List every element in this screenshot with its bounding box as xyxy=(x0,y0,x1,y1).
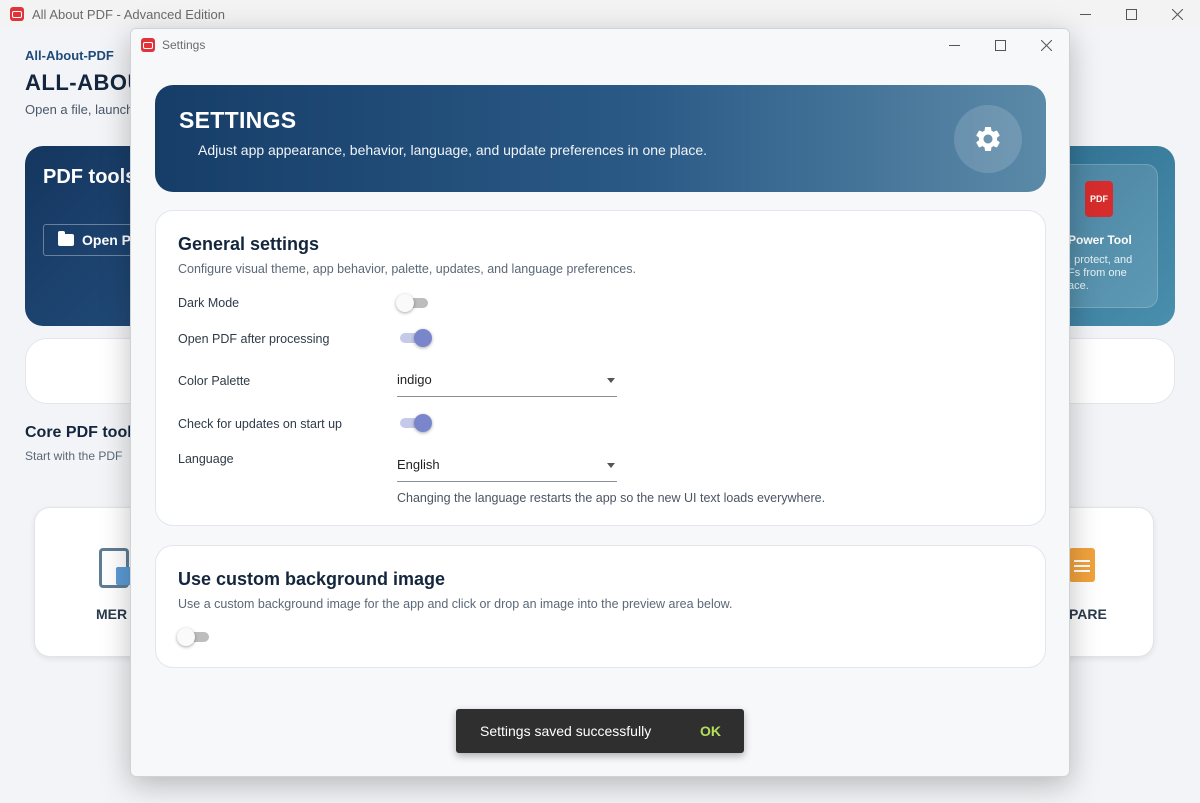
language-helper-text: Changing the language restarts the app s… xyxy=(397,491,826,505)
core-tools-title: Core PDF tool xyxy=(25,424,132,441)
custom-background-toggle[interactable] xyxy=(177,627,211,647)
dropdown-arrow-icon xyxy=(607,378,615,383)
settings-maximize-button[interactable] xyxy=(977,29,1023,61)
banner-subtitle: Adjust app appearance, behavior, languag… xyxy=(198,142,708,158)
settings-close-button[interactable] xyxy=(1023,29,1069,61)
snackbar-ok-button[interactable]: OK xyxy=(700,723,721,739)
compare-tool-label: PARE xyxy=(1069,606,1107,622)
general-settings-subtitle: Configure visual theme, app behavior, pa… xyxy=(178,262,636,276)
close-icon xyxy=(1171,8,1183,20)
check-updates-label: Check for updates on start up xyxy=(178,417,342,431)
open-pdf-after-processing-toggle[interactable] xyxy=(398,328,432,348)
merge-tool-label: MER xyxy=(96,606,128,622)
app-logo-icon xyxy=(141,38,155,52)
open-pdf-label: Open P xyxy=(82,232,132,248)
folder-icon xyxy=(58,231,74,246)
settings-titlebar: Settings xyxy=(131,29,1069,61)
language-value: English xyxy=(397,457,440,472)
core-tools-subtitle: Start with the PDF xyxy=(25,449,123,463)
dropdown-arrow-icon xyxy=(607,463,615,468)
main-maximize-button[interactable] xyxy=(1108,0,1154,28)
toggle-thumb xyxy=(414,329,432,347)
settings-saved-snackbar: Settings saved successfully OK xyxy=(456,709,744,753)
dark-mode-label: Dark Mode xyxy=(178,296,240,310)
close-icon xyxy=(1040,39,1052,51)
check-updates-toggle[interactable] xyxy=(398,413,432,433)
language-select[interactable]: English xyxy=(397,452,617,482)
settings-gear-badge xyxy=(954,105,1022,173)
main-minimize-button[interactable] xyxy=(1062,0,1108,28)
settings-minimize-button[interactable] xyxy=(931,29,977,61)
toggle-thumb xyxy=(177,628,195,646)
brand-small-label: All-About-PDF xyxy=(25,48,114,63)
power-tool-text: , protect, and Fs from one ace. xyxy=(1068,254,1133,292)
compare-icon xyxy=(1069,548,1095,582)
minimize-icon xyxy=(948,44,960,46)
main-window-title: All About PDF - Advanced Edition xyxy=(32,6,225,22)
snackbar-message: Settings saved successfully xyxy=(480,723,652,739)
main-window-controls xyxy=(1062,0,1200,28)
custom-background-subtitle: Use a custom background image for the ap… xyxy=(178,597,733,611)
main-titlebar: All About PDF - Advanced Edition xyxy=(0,0,1200,28)
gear-icon xyxy=(976,127,1000,151)
dark-mode-toggle[interactable] xyxy=(396,293,430,313)
banner-title: SETTINGS xyxy=(179,107,297,133)
toggle-thumb xyxy=(396,294,414,312)
power-tool-title: Power Tool xyxy=(1068,233,1132,247)
pdf-file-icon: PDF xyxy=(1085,181,1113,217)
minimize-icon xyxy=(1079,13,1091,15)
toggle-thumb xyxy=(414,414,432,432)
brand-title: ALL-ABOU xyxy=(25,70,144,95)
custom-background-title: Use custom background image xyxy=(178,569,446,589)
color-palette-value: indigo xyxy=(397,372,432,387)
color-palette-label: Color Palette xyxy=(178,374,251,388)
general-settings-title: General settings xyxy=(178,234,320,254)
maximize-icon xyxy=(1125,8,1137,20)
language-label: Language xyxy=(178,452,234,466)
main-close-button[interactable] xyxy=(1154,0,1200,28)
settings-window-controls xyxy=(931,29,1069,61)
open-pdf-label: Open PDF after processing xyxy=(178,332,330,346)
general-settings-card: General settings Configure visual theme,… xyxy=(155,210,1046,526)
maximize-icon xyxy=(994,39,1006,51)
custom-background-card: Use custom background image Use a custom… xyxy=(155,545,1046,668)
color-palette-select[interactable]: indigo xyxy=(397,367,617,397)
brand-subtitle: Open a file, launch xyxy=(25,102,134,117)
settings-dialog: Settings SETTINGS Adjust app appearance,… xyxy=(130,28,1070,777)
settings-banner: SETTINGS Adjust app appearance, behavior… xyxy=(155,85,1046,192)
merge-icon xyxy=(99,548,132,588)
hero-title: PDF tools xyxy=(43,166,137,188)
app-logo-icon xyxy=(10,7,24,21)
settings-window-title: Settings xyxy=(162,38,206,52)
